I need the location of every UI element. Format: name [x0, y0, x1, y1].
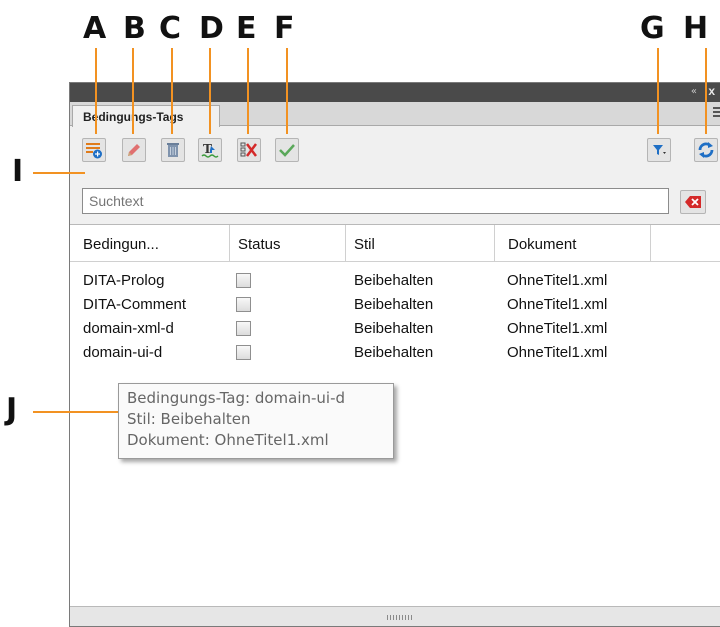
column-header-name[interactable]: Bedingun... — [70, 225, 230, 262]
callout-a: A — [83, 11, 107, 46]
remove-tag-icon — [240, 142, 257, 157]
callout-d: D — [199, 11, 224, 46]
callout-line-d — [209, 48, 211, 134]
refresh-icon — [698, 142, 714, 158]
tag-style: Beibehalten — [354, 272, 434, 289]
tag-name: domain-ui-d — [83, 344, 163, 361]
tooltip-style-line: Stil: Beibehalten — [127, 410, 251, 428]
callout-i: I — [12, 154, 24, 189]
resize-grip[interactable] — [387, 615, 413, 620]
filter-button[interactable] — [647, 138, 671, 162]
collapse-icon[interactable]: « — [691, 86, 697, 97]
filter-icon — [653, 145, 666, 155]
tag-style: Beibehalten — [354, 344, 434, 361]
table-row[interactable]: DITA-Prolog Beibehalten OhneTitel1.xml — [70, 269, 720, 293]
column-header-document[interactable]: Dokument — [495, 225, 651, 262]
callout-line-h — [705, 48, 707, 134]
tag-name: DITA-Prolog — [83, 272, 165, 289]
tag-document: OhneTitel1.xml — [507, 320, 608, 337]
tag-document: OhneTitel1.xml — [507, 272, 608, 289]
tooltip-tag-line: Bedingungs-Tag: domain-ui-d — [127, 389, 346, 407]
callout-line-e — [247, 48, 249, 134]
callout-e: E — [236, 11, 257, 46]
new-tag-icon — [86, 143, 102, 159]
tag-style: Beibehalten — [354, 296, 434, 313]
callout-line-a — [95, 48, 97, 134]
column-header-style[interactable]: Stil — [346, 225, 495, 262]
callout-h: H — [683, 11, 709, 46]
show-all-button[interactable] — [275, 138, 299, 162]
toolbar: T — [70, 127, 720, 163]
table-row[interactable]: DITA-Comment Beibehalten OhneTitel1.xml — [70, 293, 720, 317]
close-icon[interactable]: x — [708, 84, 715, 98]
apply-tag-button[interactable]: T — [198, 138, 222, 162]
search-input[interactable] — [82, 188, 669, 214]
tag-document: OhneTitel1.xml — [507, 344, 608, 361]
callout-line-c — [171, 48, 173, 134]
table-row[interactable]: domain-xml-d Beibehalten OhneTitel1.xml — [70, 317, 720, 341]
callout-line-b — [132, 48, 134, 134]
callout-line-i — [33, 172, 85, 174]
table-row[interactable]: domain-ui-d Beibehalten OhneTitel1.xml — [70, 341, 720, 365]
tooltip-document-line: Dokument: OhneTitel1.xml — [127, 431, 329, 449]
tag-tooltip: Bedingungs-Tag: domain-ui-d Stil: Beibeh… — [118, 383, 394, 459]
status-checkbox[interactable] — [236, 345, 251, 360]
tab-row: Bedingungs-Tags — [70, 102, 720, 127]
conditional-tags-panel: « x Bedingungs-Tags — [69, 82, 720, 627]
callout-line-f — [286, 48, 288, 134]
checkmark-icon — [279, 144, 295, 157]
callout-j: J — [6, 392, 18, 427]
edit-tag-button[interactable] — [122, 138, 146, 162]
status-checkbox[interactable] — [236, 273, 251, 288]
refresh-button[interactable] — [694, 138, 718, 162]
remove-tag-button[interactable] — [237, 138, 261, 162]
clear-search-button[interactable] — [680, 190, 706, 214]
tag-style: Beibehalten — [354, 320, 434, 337]
callout-f: F — [274, 11, 295, 46]
callout-line-j — [33, 411, 121, 413]
tag-name: DITA-Comment — [83, 296, 187, 313]
status-checkbox[interactable] — [236, 297, 251, 312]
apply-tag-icon: T — [201, 142, 219, 158]
tag-name: domain-xml-d — [83, 320, 174, 337]
table-header: Bedingun... Status Stil Dokument — [70, 225, 720, 262]
callout-line-g — [657, 48, 659, 134]
callout-c: C — [159, 11, 182, 46]
trash-icon — [167, 143, 179, 157]
callout-g: G — [640, 11, 665, 46]
panel-statusbar — [70, 606, 720, 626]
panel-titlebar: « x — [70, 83, 720, 102]
panel-menu-icon[interactable] — [713, 107, 720, 119]
tag-document: OhneTitel1.xml — [507, 296, 608, 313]
edit-pencil-icon — [128, 144, 140, 156]
delete-tag-button[interactable] — [161, 138, 185, 162]
column-header-status[interactable]: Status — [230, 225, 346, 262]
callout-b: B — [123, 11, 146, 46]
status-checkbox[interactable] — [236, 321, 251, 336]
clear-search-icon — [685, 196, 701, 208]
new-tag-button[interactable] — [82, 138, 106, 162]
